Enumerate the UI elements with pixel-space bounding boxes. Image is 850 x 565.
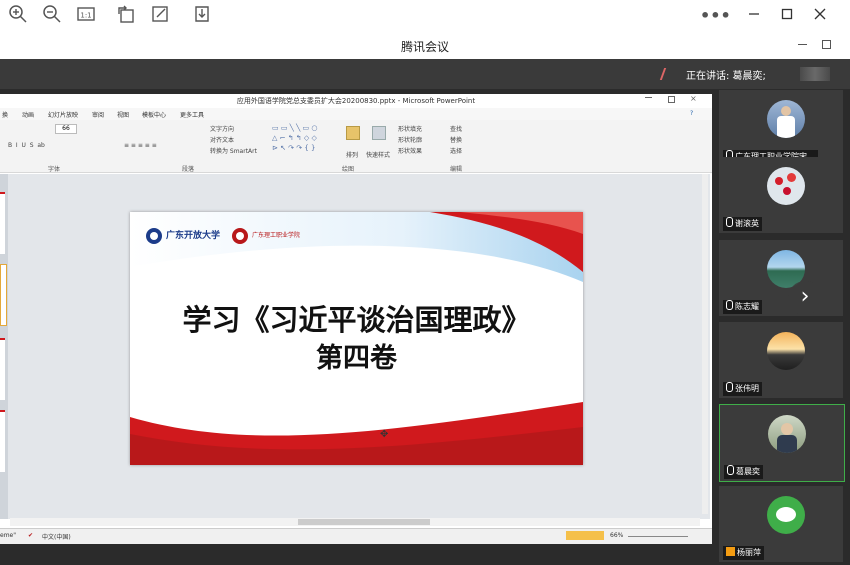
menu-item-transition[interactable]: 换 (2, 110, 8, 119)
logo-gdou: 广东开放大学 (166, 231, 221, 241)
arrange-icon (346, 126, 360, 140)
pen-icon (659, 68, 675, 80)
slide[interactable]: 广东开放大学 广东理工职业学院 学习《习近平谈治国理政》 第四卷 ✥ (130, 212, 583, 465)
para-group-label: 段落 (182, 166, 195, 173)
slide-title-line2: 第四卷 (316, 343, 397, 374)
slide-title-line1: 学习《习近平谈治国理政》 (182, 303, 531, 337)
menu-item-animation[interactable]: 动画 (22, 110, 34, 119)
participant-tile[interactable]: 张伟明 (719, 322, 843, 398)
participant-tile[interactable]: 广东理工职业学院宋... (719, 90, 843, 166)
avatar (767, 496, 805, 534)
ppt-maximize-icon[interactable] (668, 96, 675, 103)
align-text-button[interactable]: 对齐文本 (210, 135, 234, 144)
edit-icon[interactable] (148, 4, 172, 28)
bottom-bar (0, 544, 712, 565)
zoom-slider[interactable] (628, 536, 688, 537)
menu-item-review[interactable]: 审阅 (92, 110, 104, 119)
font-size-select[interactable]: 66 (55, 124, 77, 134)
find-button[interactable]: 查找 (450, 124, 462, 133)
zoom-in-icon[interactable] (6, 4, 30, 28)
meeting-title: 腾讯会议 (400, 40, 449, 54)
font-group-label: 字体 (48, 166, 61, 173)
ppt-minimize-icon[interactable] (645, 97, 652, 98)
arrange-button[interactable]: 排列 (346, 150, 358, 159)
shape-outline-button[interactable]: 形状轮廓 (398, 135, 422, 144)
participant-name: 杨丽萍 (723, 546, 764, 560)
help-icon[interactable]: ? (690, 110, 693, 117)
ppt-ribbon: 66 B I U S ab 字体 ≡ ≡ ≡ ≡ ≡ 文字方向 对齐文本 转换为… (0, 120, 712, 173)
avatar (767, 332, 805, 370)
download-icon[interactable] (190, 4, 214, 28)
ppt-menu-bar: 换 动画 幻灯片放映 审阅 视图 模板中心 更多工具 ? (0, 108, 712, 120)
participant-name: 张伟明 (723, 382, 762, 396)
avatar (767, 167, 805, 205)
signal-icon (800, 67, 830, 81)
ppt-status-bar: eme" ✔ 中文(中国) 66% (0, 528, 712, 544)
logo-gdpt: 广东理工职业学院 (252, 232, 301, 239)
horizontal-scrollbar[interactable] (10, 518, 700, 526)
meeting-minimize-icon[interactable] (798, 44, 807, 45)
edit-group-label: 编辑 (450, 166, 463, 173)
participant-tile[interactable]: 陈志耀 (719, 240, 843, 316)
text-direction-button[interactable]: 文字方向 (210, 124, 234, 133)
menu-item-slideshow[interactable]: 幻灯片放映 (48, 110, 78, 119)
align-buttons[interactable]: ≡ ≡ ≡ ≡ ≡ (124, 142, 157, 149)
shape-fill-button[interactable]: 形状填充 (398, 124, 422, 133)
view-buttons[interactable] (566, 531, 604, 540)
rotate-icon[interactable] (114, 4, 138, 28)
menu-item-template[interactable]: 模板中心 (142, 110, 166, 119)
shape-effect-button[interactable]: 形状效果 (398, 146, 422, 155)
smartart-button[interactable]: 转换为 SmartArt (210, 146, 257, 155)
quick-style-button[interactable]: 快速样式 (366, 150, 390, 159)
minimize-icon[interactable] (742, 4, 766, 28)
menu-item-view[interactable]: 视图 (117, 110, 129, 119)
ppt-close-icon[interactable]: × (690, 94, 697, 103)
bold-button[interactable]: B I U S ab (8, 142, 45, 149)
next-page-button[interactable]: › (788, 281, 822, 315)
participant-name: 谢滚英 (723, 217, 762, 231)
zoom-label: 66% (610, 532, 624, 539)
meeting-restore-icon[interactable] (822, 40, 831, 49)
participant-name: 葛晨奕 (724, 465, 763, 479)
participant-tile[interactable]: 杨丽萍 (719, 486, 843, 562)
quick-style-icon (372, 126, 386, 140)
maximize-icon[interactable] (775, 4, 799, 28)
participant-tile[interactable]: 谢滚英 (719, 157, 843, 233)
language-label: 中文(中国) (42, 534, 71, 541)
close-icon[interactable] (808, 4, 832, 28)
actual-size-icon[interactable]: 1:1 (74, 4, 98, 28)
speaker-bar: 正在讲话: 葛晨奕; (0, 59, 850, 89)
participant-tile-active[interactable]: 葛晨奕 (719, 404, 845, 482)
speaking-label: 正在讲话: 葛晨奕; (686, 71, 766, 82)
meeting-titlebar: 腾讯会议 (0, 32, 850, 60)
menu-item-more-tools[interactable]: 更多工具 (180, 110, 204, 119)
avatar (767, 100, 805, 138)
shared-screen[interactable]: 应用外国语学院党总支委员扩大会20200830.pptx - Microsoft… (0, 94, 712, 544)
replace-button[interactable]: 替换 (450, 135, 462, 144)
participant-name: 陈志耀 (723, 300, 762, 314)
theme-label: eme" (0, 532, 16, 539)
viewer-toolbar: 1:1 ••• (0, 0, 850, 32)
participant-panel: 广东理工职业学院宋... 谢滚英 陈志耀 张伟明 葛晨奕 杨丽萍 (712, 89, 850, 565)
slide-thumbnails[interactable] (0, 174, 8, 519)
avatar (768, 415, 806, 453)
ppt-window-title: 应用外国语学院党总支委员扩大会20200830.pptx - Microsoft… (0, 94, 712, 108)
select-button[interactable]: 选择 (450, 146, 462, 155)
more-icon[interactable]: ••• (700, 4, 731, 28)
cursor-icon: ✥ (380, 429, 389, 440)
zoom-out-icon[interactable] (40, 4, 64, 28)
spellcheck-icon: ✔ (28, 532, 34, 539)
draw-group-label: 绘图 (342, 166, 355, 173)
svg-text:1:1: 1:1 (80, 12, 91, 20)
shape-gallery[interactable]: ▭ ▭ ╲ ╲ ▭ ○ △ ⌐ ↰ ↰ ◇ ◇ ⊳ ↖ ↷ ↷ { } (272, 123, 342, 157)
vertical-scrollbar[interactable] (702, 174, 708, 514)
